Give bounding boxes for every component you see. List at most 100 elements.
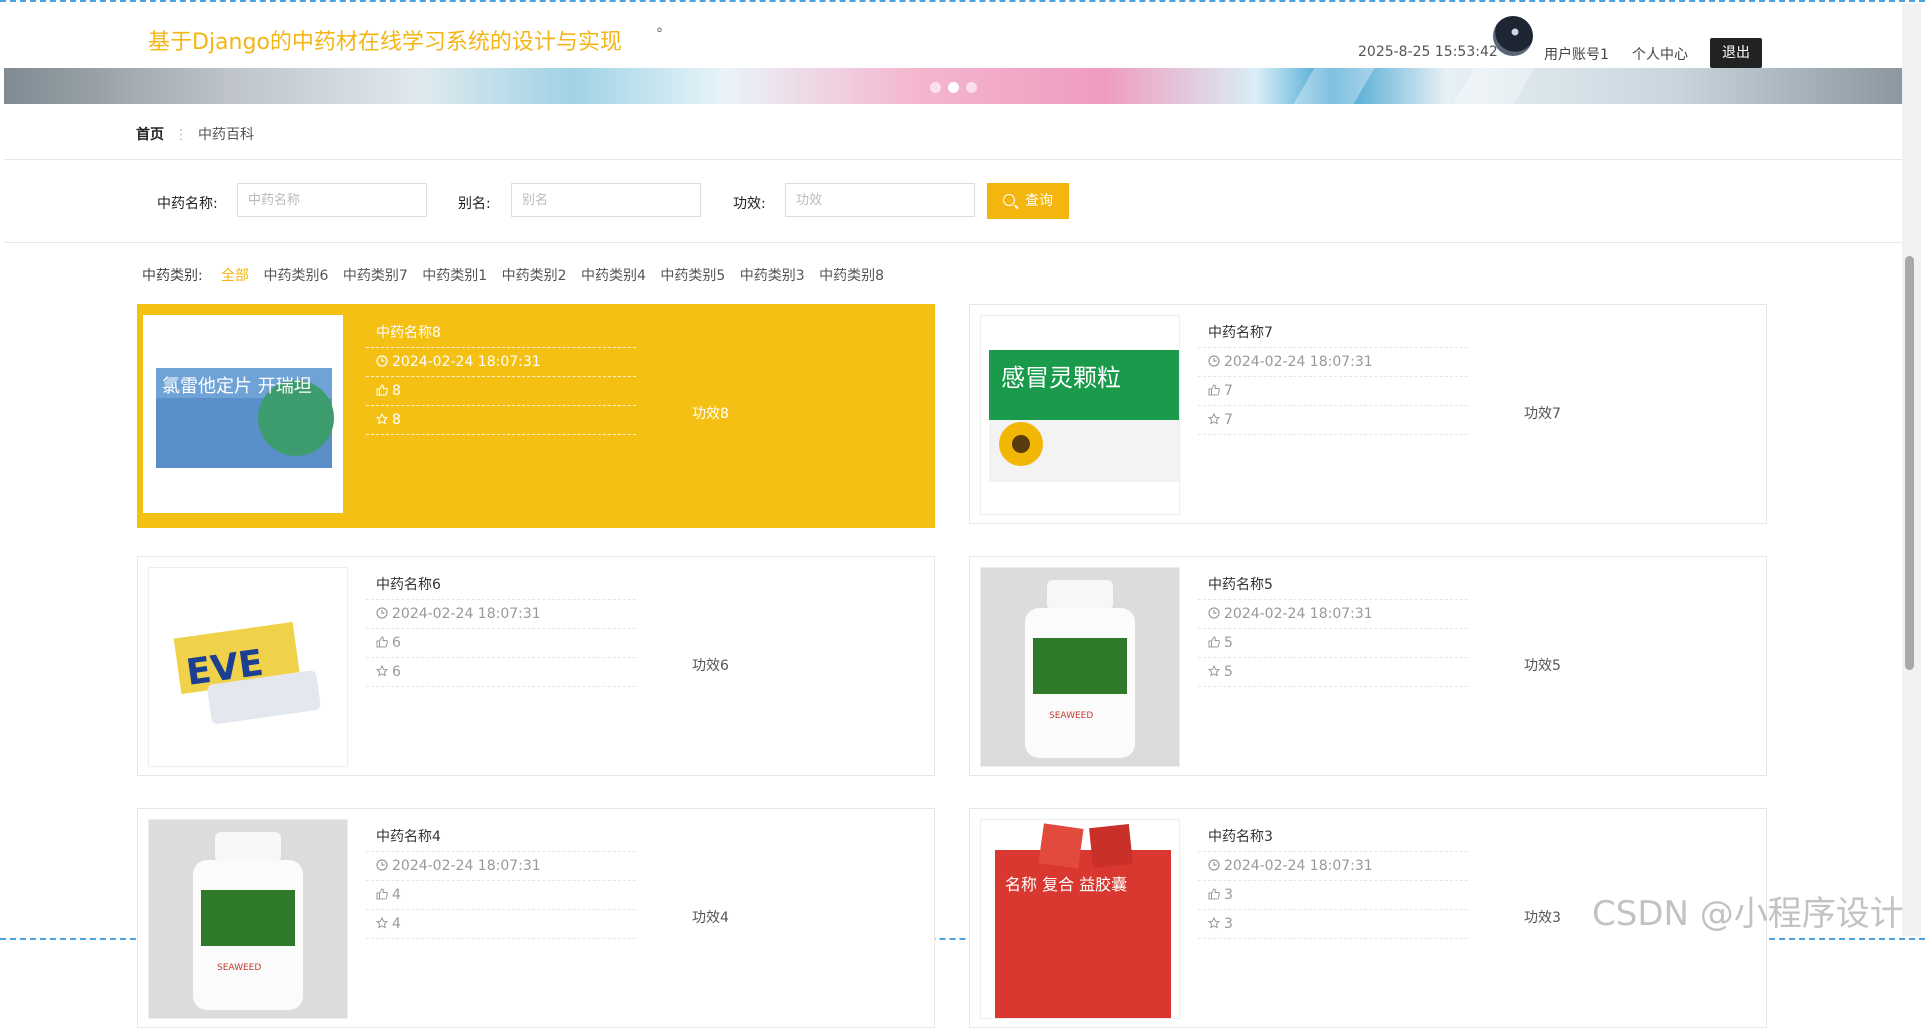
herb-favorites: 5 (1224, 664, 1233, 680)
category-filter: 全部 中药类别6 中药类别7 中药类别1 中药类别2 中药类别4 中药类别5 中… (221, 265, 894, 285)
herb-image[interactable]: 名称 复合 益胶囊 (980, 819, 1180, 1019)
logout-button[interactable]: 退出 (1710, 38, 1762, 68)
herb-name[interactable]: 中药名称4 (366, 823, 636, 852)
herb-date-row: 2024-02-24 18:07:31 (366, 348, 636, 377)
image-caption: 氯雷他定片 开瑞坦 (162, 376, 312, 397)
herb-likes: 7 (1224, 383, 1233, 399)
herb-date-row: 2024-02-24 18:07:31 (1198, 348, 1468, 377)
herb-effect: 功效5 (1524, 658, 1561, 674)
carousel-dot[interactable] (930, 82, 941, 93)
banner-decoration (1293, 68, 1375, 104)
herb-name[interactable]: 中药名称6 (366, 571, 636, 600)
herb-image[interactable]: 氯雷他定片 开瑞坦 (143, 315, 343, 513)
herb-likes: 4 (392, 887, 401, 903)
category-item[interactable]: 中药类别3 (740, 268, 805, 284)
clock-icon (376, 853, 388, 871)
herb-effect: 功效6 (692, 658, 729, 674)
herb-date: 2024-02-24 18:07:31 (1224, 354, 1373, 370)
category-item[interactable]: 中药类别2 (502, 268, 567, 284)
herb-favorites: 8 (392, 412, 401, 428)
herb-card[interactable]: 氯雷他定片 开瑞坦 中药名称8 2024-02-24 18:07:31 8 8 … (137, 304, 935, 528)
star-icon (1207, 659, 1221, 677)
carousel-indicators (930, 78, 984, 97)
thumbs-up-icon (376, 378, 388, 396)
herb-image[interactable]: 感冒灵颗粒 (980, 315, 1180, 515)
breadcrumb-current: 中药百科 (198, 127, 254, 143)
herb-name[interactable]: 中药名称3 (1198, 823, 1468, 852)
herb-favorites: 4 (392, 916, 401, 932)
thumbs-up-icon (376, 630, 388, 648)
herb-likes-row: 7 (1198, 377, 1468, 406)
herb-info: 中药名称8 2024-02-24 18:07:31 8 8 (366, 319, 636, 435)
herb-name[interactable]: 中药名称8 (366, 319, 636, 348)
category-item[interactable]: 中药类别7 (343, 268, 408, 284)
herb-effect: 功效3 (1524, 910, 1561, 926)
star-icon (375, 911, 389, 929)
name-search-input[interactable] (237, 183, 427, 217)
herb-name[interactable]: 中药名称5 (1198, 571, 1468, 600)
herb-date: 2024-02-24 18:07:31 (392, 354, 541, 370)
herb-likes: 3 (1224, 887, 1233, 903)
star-icon (375, 659, 389, 677)
carousel-dot-active[interactable] (948, 82, 959, 93)
search-button[interactable]: 查询 (987, 183, 1069, 219)
clock-icon (1208, 349, 1220, 367)
image-caption: SEAWEED (1049, 711, 1093, 721)
herb-info: 中药名称5 2024-02-24 18:07:31 5 5 (1198, 571, 1468, 687)
carousel-dot[interactable] (966, 82, 977, 93)
clock-icon (1208, 601, 1220, 619)
herb-image[interactable]: SEAWEED (148, 819, 348, 1019)
category-item[interactable]: 中药类别5 (660, 268, 725, 284)
herb-favorites-row: 7 (1198, 406, 1468, 435)
herb-card[interactable]: 感冒灵颗粒 中药名称7 2024-02-24 18:07:31 7 7 功效7 (969, 304, 1767, 524)
category-label: 中药类别: (142, 268, 203, 284)
herb-date-row: 2024-02-24 18:07:31 (1198, 600, 1468, 629)
category-all[interactable]: 全部 (221, 268, 249, 284)
category-item[interactable]: 中药类别6 (263, 268, 328, 284)
herb-image[interactable]: EVE (148, 567, 348, 767)
herb-likes: 6 (392, 635, 401, 651)
star-icon (375, 407, 389, 425)
herb-card[interactable]: SEAWEED 中药名称5 2024-02-24 18:07:31 5 5 功效… (969, 556, 1767, 776)
clock-icon (376, 601, 388, 619)
search-button-label: 查询 (1025, 193, 1053, 209)
star-icon (1207, 911, 1221, 929)
herb-info: 中药名称3 2024-02-24 18:07:31 3 3 (1198, 823, 1468, 939)
herb-effect: 功效8 (692, 406, 729, 422)
banner-decoration (1453, 68, 1535, 104)
herb-card[interactable]: EVE 中药名称6 2024-02-24 18:07:31 6 6 功效6 (137, 556, 935, 776)
herb-favorites-row: 8 (366, 406, 636, 435)
breadcrumb-home[interactable]: 首页 (136, 127, 164, 143)
user-avatar[interactable] (1493, 16, 1533, 56)
clock-icon (376, 349, 388, 367)
herb-date: 2024-02-24 18:07:31 (1224, 858, 1373, 874)
herb-likes: 5 (1224, 635, 1233, 651)
alias-search-input[interactable] (511, 183, 701, 217)
watermark: CSDN @小程序设计 (1592, 894, 1904, 934)
category-item[interactable]: 中药类别8 (819, 268, 884, 284)
herb-likes: 8 (392, 383, 401, 399)
scrollbar-thumb[interactable] (1905, 256, 1914, 670)
herb-info: 中药名称6 2024-02-24 18:07:31 6 6 (366, 571, 636, 687)
herb-likes-row: 6 (366, 629, 636, 658)
herb-favorites-row: 3 (1198, 910, 1468, 939)
divider (4, 159, 1902, 160)
herb-date-row: 2024-02-24 18:07:31 (366, 600, 636, 629)
name-label: 中药名称: (157, 196, 218, 212)
herb-date: 2024-02-24 18:07:31 (392, 858, 541, 874)
user-account-link[interactable]: 用户账号1 (1544, 44, 1609, 64)
site-title[interactable]: 基于Django的中药材在线学习系统的设计与实现 (148, 24, 622, 56)
category-item[interactable]: 中药类别1 (422, 268, 487, 284)
star-icon (1207, 407, 1221, 425)
herb-likes-row: 3 (1198, 881, 1468, 910)
herb-name[interactable]: 中药名称7 (1198, 319, 1468, 348)
herb-date-row: 2024-02-24 18:07:31 (1198, 852, 1468, 881)
personal-center-link[interactable]: 个人中心 (1632, 44, 1688, 64)
herb-card[interactable]: SEAWEED 中药名称4 2024-02-24 18:07:31 4 4 功效… (137, 808, 935, 1028)
herb-date: 2024-02-24 18:07:31 (392, 606, 541, 622)
effect-search-input[interactable] (785, 183, 975, 217)
image-caption: SEAWEED (217, 963, 261, 973)
category-item[interactable]: 中药类别4 (581, 268, 646, 284)
herb-date-row: 2024-02-24 18:07:31 (366, 852, 636, 881)
herb-image[interactable]: SEAWEED (980, 567, 1180, 767)
